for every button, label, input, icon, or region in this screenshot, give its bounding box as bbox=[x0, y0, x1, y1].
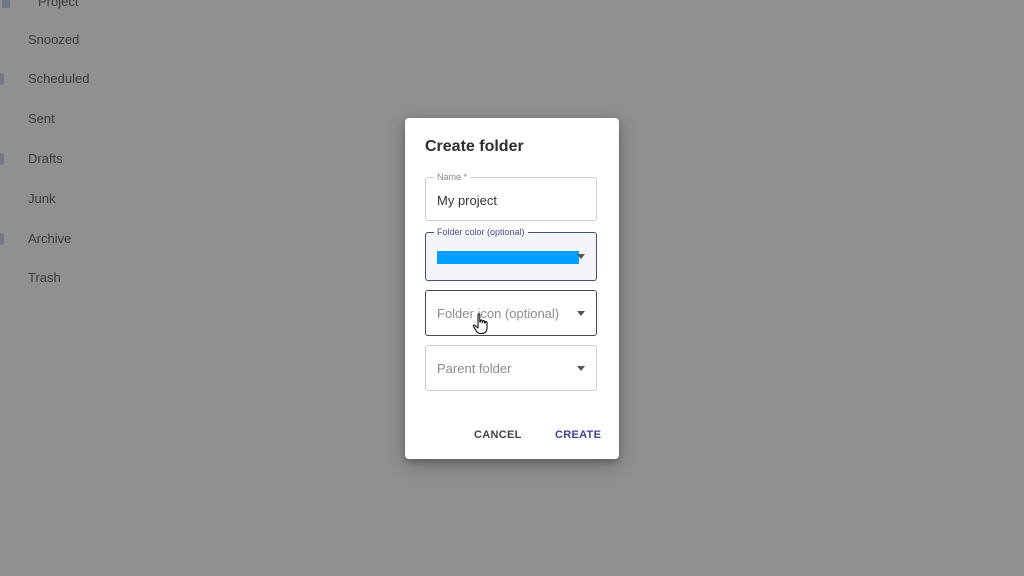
chevron-down-icon bbox=[577, 254, 585, 259]
folder-icon-select[interactable]: Folder icon (optional) bbox=[425, 290, 597, 336]
sidebar-item-trash[interactable]: Trash bbox=[28, 270, 61, 286]
sidebar-item-scheduled[interactable]: Scheduled bbox=[0, 71, 90, 87]
drafts-icon bbox=[0, 153, 4, 165]
dialog-title: Create folder bbox=[425, 138, 524, 155]
sidebar-item-project[interactable]: Project bbox=[2, 0, 79, 10]
archive-icon bbox=[0, 233, 4, 245]
cancel-button[interactable]: CANCEL bbox=[474, 429, 522, 441]
sidebar-item-junk[interactable]: Junk bbox=[28, 191, 55, 207]
sidebar-item-label: Junk bbox=[28, 191, 56, 206]
name-field-label: Name * bbox=[434, 172, 471, 183]
folder-color-select[interactable]: Folder color (optional) bbox=[425, 227, 597, 281]
sidebar-item-drafts[interactable]: Drafts bbox=[0, 151, 63, 167]
sidebar-item-sent[interactable]: Sent bbox=[28, 111, 55, 127]
sidebar-item-label: Project bbox=[38, 0, 79, 9]
sidebar-item-label: Trash bbox=[28, 270, 61, 285]
sidebar-item-archive[interactable]: Archive bbox=[0, 231, 72, 247]
chevron-down-icon bbox=[577, 311, 585, 316]
parent-folder-select[interactable]: Parent folder bbox=[425, 345, 597, 391]
parent-folder-placeholder: Parent folder bbox=[437, 361, 512, 376]
name-input[interactable]: My project bbox=[437, 193, 497, 208]
folder-icon bbox=[2, 0, 10, 8]
sidebar: Project Snoozed Scheduled Sent Drafts Ju… bbox=[0, 0, 240, 576]
sidebar-item-snoozed[interactable]: Snoozed bbox=[28, 32, 79, 48]
scheduled-icon bbox=[0, 73, 4, 85]
hand-pointer-icon bbox=[472, 313, 488, 335]
sidebar-item-label: Drafts bbox=[28, 151, 63, 166]
folder-color-label: Folder color (optional) bbox=[434, 227, 528, 238]
folder-icon-placeholder: Folder icon (optional) bbox=[437, 306, 560, 321]
selected-color-swatch bbox=[437, 251, 579, 264]
name-field[interactable]: Name * My project bbox=[425, 172, 597, 221]
chevron-down-icon bbox=[577, 366, 585, 371]
sidebar-item-label: Sent bbox=[28, 111, 55, 126]
sidebar-item-label: Scheduled bbox=[28, 71, 90, 86]
create-button[interactable]: CREATE bbox=[555, 429, 601, 441]
create-folder-dialog: Create folder Name * My project Folder c… bbox=[405, 118, 619, 459]
app-window: Project Snoozed Scheduled Sent Drafts Ju… bbox=[0, 0, 1024, 576]
sidebar-item-label: Archive bbox=[28, 231, 72, 246]
sidebar-item-label: Snoozed bbox=[28, 32, 80, 47]
